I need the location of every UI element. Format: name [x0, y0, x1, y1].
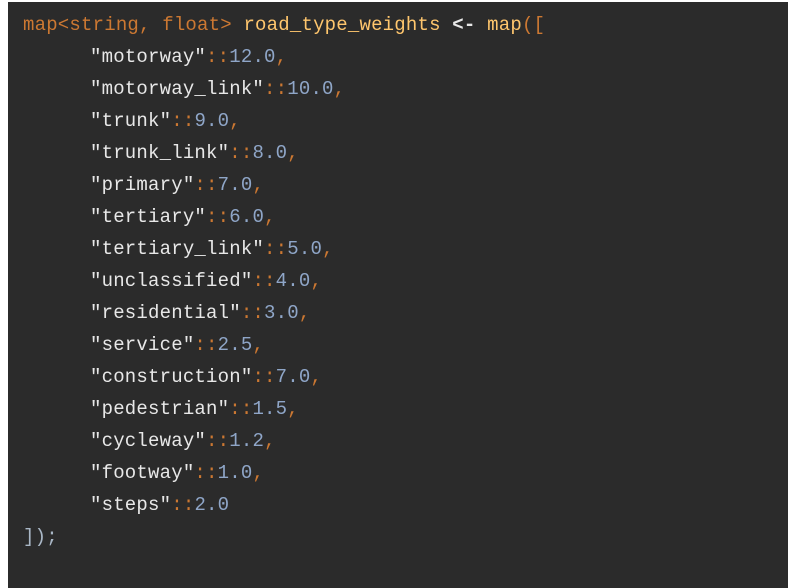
entry-key: "steps" [90, 494, 172, 516]
entry-separator: :: [252, 270, 276, 292]
map-entry-line: "tertiary"::6.0, [8, 201, 788, 233]
entry-key: "trunk_link" [90, 142, 230, 164]
entry-key: "trunk" [90, 110, 172, 132]
entry-comma: , [310, 270, 323, 292]
map-entry-line: "steps"::2.0 [8, 489, 788, 521]
entry-separator: :: [264, 238, 288, 260]
code-line-declaration: map<string, float> road_type_weights <- … [8, 9, 788, 41]
map-entry-line: "pedestrian"::1.5, [8, 393, 788, 425]
map-entry-line: "trunk_link"::8.0, [8, 137, 788, 169]
map-entry-line: "motorway_link"::10.0, [8, 73, 788, 105]
map-entry-line: "trunk"::9.0, [8, 105, 788, 137]
map-entry-line: "residential"::3.0, [8, 297, 788, 329]
entry-separator: :: [252, 366, 276, 388]
entry-key: "residential" [90, 302, 241, 324]
code-line-closing: ]); [8, 521, 788, 553]
map-entry-line: "footway"::1.0, [8, 457, 788, 489]
entry-separator: :: [264, 78, 288, 100]
entry-comma: , [275, 46, 288, 68]
entry-key: "motorway_link" [90, 78, 265, 100]
entry-comma: , [264, 430, 276, 452]
map-entry-line: "motorway"::12.0, [8, 41, 788, 73]
entry-value: 9.0 [194, 110, 230, 132]
entry-separator: :: [206, 46, 230, 68]
entry-value: 5.0 [287, 238, 323, 260]
entry-key: "footway" [90, 462, 195, 484]
entry-value: 4.0 [275, 270, 311, 292]
entry-separator: :: [240, 302, 265, 324]
entry-separator: :: [206, 206, 230, 228]
entry-value: 3.0 [264, 302, 299, 324]
entry-value: 7.0 [217, 174, 253, 196]
map-entry-line: "service"::2.5, [8, 329, 788, 361]
entry-value: 6.0 [229, 206, 265, 228]
entry-key: "cycleway" [90, 430, 207, 452]
entry-key: "tertiary" [90, 206, 207, 228]
map-entries: "motorway"::12.0, "motorway_link"::10.0, "… [8, 41, 788, 521]
entry-value: 7.0 [275, 366, 311, 388]
map-constructor: map [487, 14, 522, 36]
map-entry-line: "cycleway"::1.2, [8, 425, 788, 457]
entry-key: "unclassified" [90, 270, 253, 292]
entry-key: "service" [90, 334, 195, 356]
entry-value: 10.0 [287, 78, 334, 100]
code-editor-panel: map<string, float> road_type_weights <- … [8, 2, 788, 588]
entry-comma: , [333, 78, 346, 100]
entry-separator: :: [194, 462, 218, 484]
entry-value: 1.5 [252, 398, 288, 420]
variable-name: road_type_weights [243, 14, 441, 36]
entry-separator: :: [206, 430, 230, 452]
entry-key: "pedestrian" [90, 398, 230, 420]
entry-comma: , [298, 302, 311, 324]
entry-separator: :: [194, 174, 218, 196]
entry-value: 1.2 [229, 430, 265, 452]
map-entry-line: "primary"::7.0, [8, 169, 788, 201]
entry-separator: :: [194, 334, 218, 356]
entry-separator: :: [229, 142, 253, 164]
closing-bracket: ]); [23, 526, 58, 548]
entry-comma: , [287, 398, 299, 420]
entry-comma: , [252, 462, 265, 484]
entry-comma: , [252, 334, 265, 356]
entry-key: "motorway" [90, 46, 207, 68]
entry-separator: :: [171, 110, 195, 132]
entry-key: "tertiary_link" [90, 238, 265, 260]
entry-separator: :: [229, 398, 253, 420]
entry-value: 2.5 [217, 334, 253, 356]
entry-comma: , [252, 174, 265, 196]
entry-value: 8.0 [252, 142, 288, 164]
map-entry-line: "unclassified"::4.0, [8, 265, 788, 297]
assign-operator: <- [452, 14, 476, 36]
map-entry-line: "tertiary_link"::5.0, [8, 233, 788, 265]
entry-value: 2.0 [194, 494, 230, 516]
entry-comma: , [287, 142, 299, 164]
open-bracket: ([ [521, 14, 546, 36]
map-entry-line: "construction"::7.0, [8, 361, 788, 393]
entry-comma: , [229, 110, 241, 132]
entry-comma: , [322, 238, 334, 260]
entry-value: 12.0 [229, 46, 276, 68]
entry-comma: , [264, 206, 276, 228]
entry-separator: :: [171, 494, 195, 516]
type-declaration: map<string, float> [23, 14, 232, 36]
entry-key: "construction" [90, 366, 253, 388]
entry-value: 1.0 [217, 462, 253, 484]
entry-key: "primary" [90, 174, 195, 196]
entry-comma: , [310, 366, 323, 388]
